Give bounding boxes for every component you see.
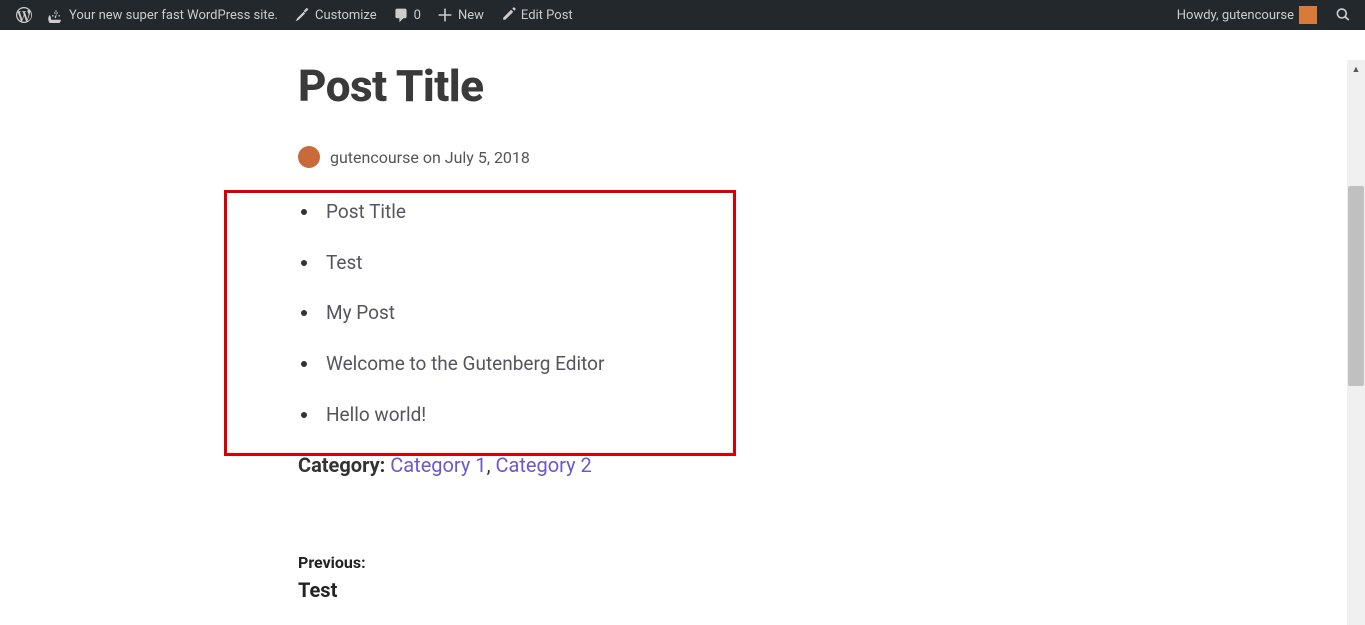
user-avatar-icon	[1299, 6, 1317, 24]
plus-icon	[437, 7, 453, 23]
posts-list: Post Title Test My Post Welcome to the G…	[320, 200, 1365, 427]
wordpress-icon	[16, 7, 32, 23]
scrollbar-thumb[interactable]	[1348, 186, 1364, 386]
list-item[interactable]: My Post	[320, 301, 1365, 326]
site-name-link[interactable]: Your new super fast WordPress site.	[40, 0, 286, 30]
category-label: Category:	[298, 453, 385, 477]
list-item[interactable]: Post Title	[320, 200, 1365, 225]
category-link[interactable]: Category 1	[390, 453, 486, 477]
edit-post-link[interactable]: Edit Post	[492, 0, 581, 30]
howdy-text: Howdy, gutencourse	[1177, 8, 1294, 23]
list-item[interactable]: Test	[320, 251, 1365, 276]
search-icon	[1335, 7, 1351, 23]
prev-label: Previous:	[298, 553, 1365, 572]
comment-icon	[393, 7, 409, 23]
page-content: Post Title gutencourse on July 5, 2018 P…	[0, 30, 1365, 625]
wp-logo[interactable]	[8, 0, 40, 30]
dashboard-icon	[48, 7, 64, 23]
customize-text: Customize	[315, 8, 377, 23]
post-header: Post Title	[298, 60, 1365, 112]
post-byline: gutencourse on July 5, 2018	[298, 146, 1365, 168]
list-item[interactable]: Hello world!	[320, 403, 1365, 428]
admin-bar-left: Your new super fast WordPress site. Cust…	[8, 0, 581, 30]
site-name-text: Your new super fast WordPress site.	[69, 8, 278, 23]
customize-link[interactable]: Customize	[286, 0, 385, 30]
post-title: Post Title	[298, 60, 1365, 112]
post-navigation[interactable]: Previous: Test	[298, 553, 1365, 602]
comments-link[interactable]: 0	[385, 0, 429, 30]
byline-text: gutencourse on July 5, 2018	[330, 148, 530, 167]
brush-icon	[294, 7, 310, 23]
howdy-user[interactable]: Howdy, gutencourse	[1169, 0, 1325, 30]
vertical-scrollbar[interactable]: ▲ ▼	[1347, 60, 1365, 625]
comments-count: 0	[414, 8, 421, 23]
author-avatar-icon	[298, 146, 320, 168]
category-link[interactable]: Category 2	[495, 453, 591, 477]
category-line: Category: Category 1, Category 2	[298, 453, 1365, 477]
admin-bar-right: Howdy, gutencourse	[1169, 0, 1357, 30]
new-text: New	[458, 8, 484, 23]
edit-post-text: Edit Post	[521, 8, 573, 23]
list-item[interactable]: Welcome to the Gutenberg Editor	[320, 352, 1365, 377]
scroll-up-arrow-icon[interactable]: ▲	[1347, 60, 1365, 78]
new-link[interactable]: New	[429, 0, 492, 30]
prev-title: Test	[298, 578, 1365, 602]
search-button[interactable]	[1329, 0, 1357, 30]
wp-admin-bar: Your new super fast WordPress site. Cust…	[0, 0, 1365, 30]
pencil-icon	[500, 7, 516, 23]
